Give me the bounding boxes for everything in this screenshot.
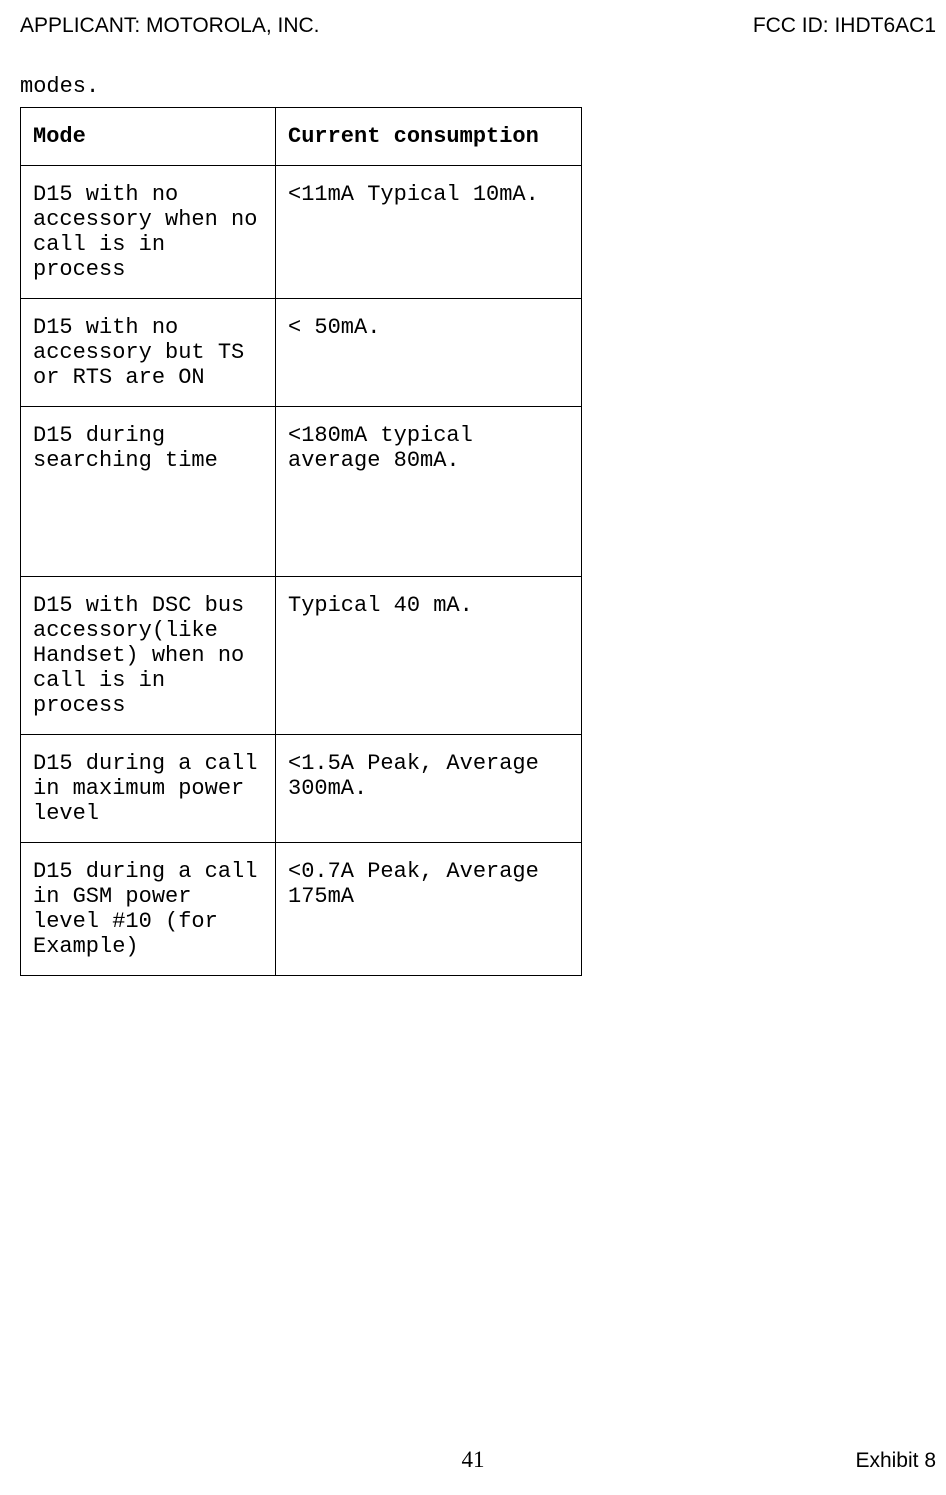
table-row: D15 during searching time <180mA typical… [21, 407, 582, 577]
table-row: D15 with no accessory but TS or RTS are … [21, 299, 582, 407]
cell-consumption: <180mA typical average 80mA. [276, 407, 582, 577]
cell-consumption: <11mA Typical 10mA. [276, 166, 582, 299]
page-number: 41 [0, 1447, 946, 1473]
cell-mode: D15 during searching time [21, 407, 276, 577]
cell-mode: D15 with DSC bus accessory(like Handset)… [21, 577, 276, 735]
document-header: APPLICANT: MOTOROLA, INC. FCC ID: IHDT6A… [0, 0, 946, 38]
exhibit-label: Exhibit 8 [855, 1449, 936, 1473]
cell-consumption: < 50mA. [276, 299, 582, 407]
table-row: D15 during a call in GSM power level #10… [21, 843, 582, 976]
current-consumption-table: Mode Current consumption D15 with no acc… [20, 107, 582, 976]
cell-consumption: Typical 40 mA. [276, 577, 582, 735]
table-header-row: Mode Current consumption [21, 108, 582, 166]
cell-mode: D15 with no accessory but TS or RTS are … [21, 299, 276, 407]
header-mode: Mode [21, 108, 276, 166]
header-consumption: Current consumption [276, 108, 582, 166]
table-row: D15 with no accessory when no call is in… [21, 166, 582, 299]
modes-caption: modes. [0, 38, 946, 107]
table-row: D15 during a call in maximum power level… [21, 735, 582, 843]
cell-mode: D15 during a call in maximum power level [21, 735, 276, 843]
table-row: D15 with DSC bus accessory(like Handset)… [21, 577, 582, 735]
fcc-id: FCC ID: IHDT6AC1 [753, 14, 936, 38]
applicant-label: APPLICANT: MOTOROLA, INC. [20, 14, 320, 38]
cell-mode: D15 during a call in GSM power level #10… [21, 843, 276, 976]
cell-mode: D15 with no accessory when no call is in… [21, 166, 276, 299]
cell-consumption: <0.7A Peak, Average 175mA [276, 843, 582, 976]
cell-consumption: <1.5A Peak, Average 300mA. [276, 735, 582, 843]
